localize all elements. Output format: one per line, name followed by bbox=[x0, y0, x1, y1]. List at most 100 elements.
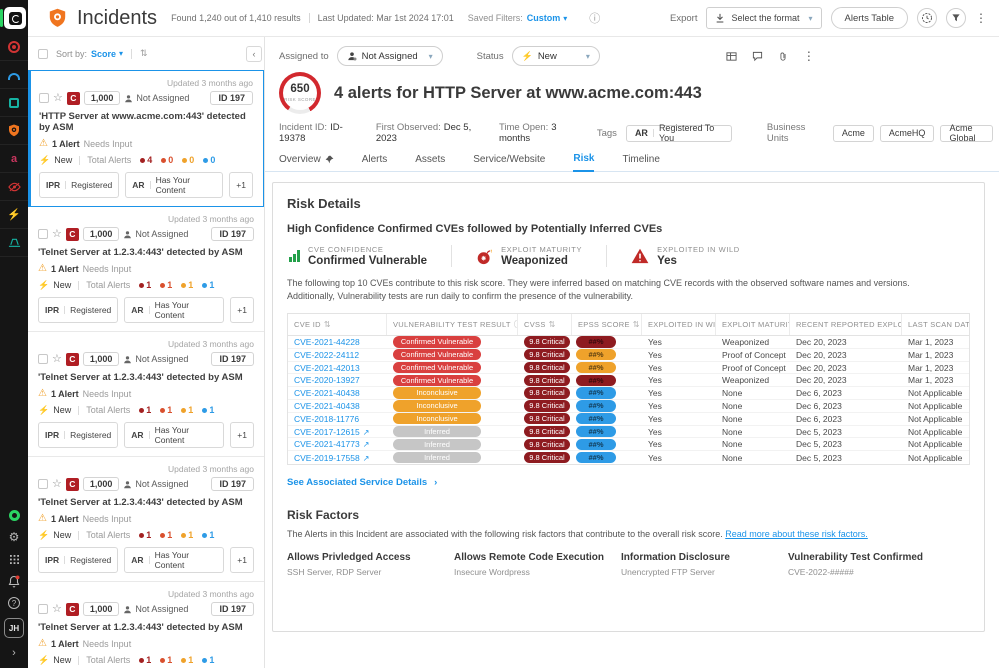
tag-badge[interactable]: AR Has Your Content bbox=[125, 172, 224, 198]
cve-table-row[interactable]: CVE-2017-12615 ↗ Inferred 9.8 Critical ##… bbox=[288, 425, 969, 439]
star-icon[interactable]: ☆ bbox=[52, 478, 62, 490]
detail-tab[interactable]: Alerts bbox=[362, 153, 388, 171]
saved-filters-value[interactable]: Custom bbox=[527, 13, 561, 23]
star-icon[interactable]: ☆ bbox=[52, 603, 62, 615]
more-tags-badge[interactable]: +1 bbox=[230, 547, 254, 573]
more-tags-badge[interactable]: +1 bbox=[229, 172, 253, 198]
cve-link[interactable]: CVE-2021-44228 bbox=[294, 337, 360, 347]
column-header[interactable]: EPSS SCORE ⓘ ⇅ bbox=[572, 314, 642, 336]
notifications-button[interactable] bbox=[0, 570, 28, 592]
sidebar-module-arc[interactable] bbox=[0, 61, 28, 89]
see-service-details-link[interactable]: See Associated Service Details › bbox=[287, 477, 437, 488]
detail-tab[interactable]: Overview bbox=[279, 153, 334, 171]
tag-badge[interactable]: AR Has Your Content bbox=[124, 547, 225, 573]
cve-link[interactable]: CVE-2019-17558 bbox=[294, 453, 360, 463]
cve-table-row[interactable]: CVE-2021-40438↗ Inconclusive 9.8 Critica… bbox=[288, 387, 969, 401]
cve-link[interactable]: CVE-2021-40438 bbox=[294, 401, 360, 411]
cve-table-row[interactable]: CVE-2021-42013↗ Confirmed Vulnerable 9.8… bbox=[288, 361, 969, 375]
cve-table-row[interactable]: CVE-2020-13927↗ Confirmed Vulnerable 9.8… bbox=[288, 374, 969, 388]
status-dropdown[interactable]: ⚡ New ▾ bbox=[511, 46, 600, 66]
cve-link[interactable]: CVE-2021-42013 bbox=[294, 363, 360, 373]
more-tags-badge[interactable]: +1 bbox=[230, 297, 254, 323]
detail-tab[interactable]: Risk bbox=[573, 153, 595, 172]
sidebar-module-a[interactable]: a bbox=[0, 145, 28, 173]
tag-badge[interactable]: IPR Registered bbox=[38, 547, 119, 573]
apps-grid-button[interactable] bbox=[0, 548, 28, 570]
cve-link[interactable]: CVE-2020-13927 bbox=[294, 375, 360, 385]
detail-tab[interactable]: Service/Website bbox=[473, 153, 545, 171]
incident-title[interactable]: 'Telnet Server at 1.2.3.4:443' detected … bbox=[38, 622, 254, 633]
tag-badge[interactable]: IPR Registered bbox=[39, 172, 120, 198]
sidebar-module-target[interactable] bbox=[0, 33, 28, 61]
kebab-menu-icon[interactable]: ⋮ bbox=[803, 49, 815, 63]
table-icon[interactable] bbox=[726, 51, 737, 62]
history-button[interactable] bbox=[917, 8, 937, 28]
cve-link[interactable]: CVE-2021-40438 bbox=[294, 388, 360, 398]
incident-card[interactable]: Updated 3 months ago ☆ C 1,000 Not Assig… bbox=[28, 332, 264, 457]
cve-link[interactable]: CVE-2018-11776 bbox=[294, 414, 359, 424]
user-avatar[interactable]: JH bbox=[4, 618, 24, 638]
column-header[interactable]: CVSS ⓘ ⇅ bbox=[518, 314, 572, 336]
star-icon[interactable]: ☆ bbox=[53, 92, 63, 104]
sort-direction-icon[interactable]: ⇅ bbox=[140, 48, 148, 59]
sort-icon[interactable]: ⇅ bbox=[324, 320, 331, 329]
cve-table-row[interactable]: CVE-2018-11776↗ Inconclusive 9.8 Critica… bbox=[288, 413, 969, 426]
business-unit-badge[interactable]: Acme bbox=[832, 124, 874, 142]
comment-icon[interactable] bbox=[752, 51, 763, 62]
tag-badge[interactable]: AR Has Your Content bbox=[124, 422, 225, 448]
paperclip-icon[interactable] bbox=[778, 51, 788, 62]
tag-badge[interactable]: AR Registered To You bbox=[625, 123, 732, 143]
assignee-dropdown[interactable]: Not Assigned ▾ bbox=[336, 46, 443, 66]
more-tags-badge[interactable]: +1 bbox=[230, 422, 254, 448]
column-header[interactable]: EXPLOITED IN WILD ⓘ ⇅ bbox=[642, 314, 716, 336]
risk-factors-link[interactable]: Read more about these risk factors. bbox=[725, 529, 868, 539]
cve-table-row[interactable]: CVE-2021-40438↗ Inconclusive 9.8 Critica… bbox=[288, 400, 969, 413]
cve-table-row[interactable]: CVE-2021-41773 ↗ Inferred 9.8 Critical ##… bbox=[288, 438, 969, 452]
sidebar-module-hat[interactable] bbox=[0, 229, 28, 257]
sort-icon[interactable]: ⇅ bbox=[549, 320, 556, 329]
status-ring[interactable] bbox=[0, 504, 28, 526]
help-button[interactable]: ? bbox=[0, 592, 28, 614]
business-unit-badge[interactable]: AcmeHQ bbox=[879, 124, 935, 142]
cve-link[interactable]: CVE-2021-41773 bbox=[294, 439, 360, 449]
collapse-list-button[interactable]: ‹ bbox=[246, 46, 262, 62]
column-header[interactable]: LAST SCAN DATE ⓘ ⇅ bbox=[902, 314, 969, 335]
expand-sidebar-button[interactable]: › bbox=[0, 642, 28, 664]
cve-table-row[interactable]: CVE-2022-24112↗ Confirmed Vulnerable 9.8… bbox=[288, 349, 969, 362]
business-unit-badge[interactable]: Acme Global bbox=[940, 123, 994, 143]
chevron-down-icon[interactable]: ▾ bbox=[119, 49, 123, 58]
incident-card[interactable]: Updated 3 months ago ☆ C 1,000 Not Assig… bbox=[28, 207, 264, 332]
tag-badge[interactable]: IPR Registered bbox=[38, 297, 119, 323]
cortex-logo[interactable] bbox=[0, 7, 26, 29]
cve-link[interactable]: CVE-2017-12615 bbox=[294, 427, 360, 437]
external-link-icon[interactable]: ↗ bbox=[363, 428, 370, 437]
settings-button[interactable]: ⚙ bbox=[0, 526, 28, 548]
export-format-select[interactable]: Select the format ▾ bbox=[706, 7, 822, 29]
detail-tab[interactable]: Timeline bbox=[622, 153, 659, 171]
filter-button[interactable] bbox=[946, 8, 966, 28]
external-link-icon[interactable]: ↗ bbox=[363, 454, 370, 463]
card-checkbox[interactable] bbox=[38, 354, 48, 364]
chevron-down-icon[interactable]: ▾ bbox=[563, 14, 567, 23]
kebab-menu-icon[interactable]: ⋮ bbox=[975, 11, 987, 25]
incident-card[interactable]: Updated 3 months ago ☆ C 1,000 Not Assig… bbox=[28, 582, 264, 668]
cve-link[interactable]: CVE-2022-24112 bbox=[294, 350, 359, 360]
incident-card[interactable]: Updated 3 months ago ☆ C 1,000 Not Assig… bbox=[28, 457, 264, 582]
sidebar-module-eye[interactable] bbox=[0, 173, 28, 201]
card-checkbox[interactable] bbox=[38, 479, 48, 489]
select-all-checkbox[interactable] bbox=[38, 48, 48, 59]
tag-badge[interactable]: IPR Registered bbox=[38, 422, 119, 448]
tag-badge[interactable]: AR Has Your Content bbox=[124, 297, 225, 323]
cve-table-row[interactable]: CVE-2021-44228↗ Confirmed Vulnerable 9.8… bbox=[288, 336, 969, 349]
alerts-table-button[interactable]: Alerts Table bbox=[830, 7, 908, 29]
card-checkbox[interactable] bbox=[38, 604, 48, 614]
incident-title[interactable]: 'Telnet Server at 1.2.3.4:443' detected … bbox=[38, 247, 254, 258]
column-header[interactable]: EXPLOIT MATURITY ⓘ ⇅ bbox=[716, 314, 790, 336]
incident-card[interactable]: Updated 3 months ago ☆ C 1,000 Not Assig… bbox=[28, 70, 264, 207]
sidebar-module-shield[interactable] bbox=[0, 117, 28, 145]
sidebar-module-square[interactable] bbox=[0, 89, 28, 117]
incident-title[interactable]: 'Telnet Server at 1.2.3.4:443' detected … bbox=[38, 372, 254, 383]
external-link-icon[interactable]: ↗ bbox=[363, 440, 370, 449]
incident-title[interactable]: 'Telnet Server at 1.2.3.4:443' detected … bbox=[38, 497, 254, 508]
star-icon[interactable]: ☆ bbox=[52, 353, 62, 365]
